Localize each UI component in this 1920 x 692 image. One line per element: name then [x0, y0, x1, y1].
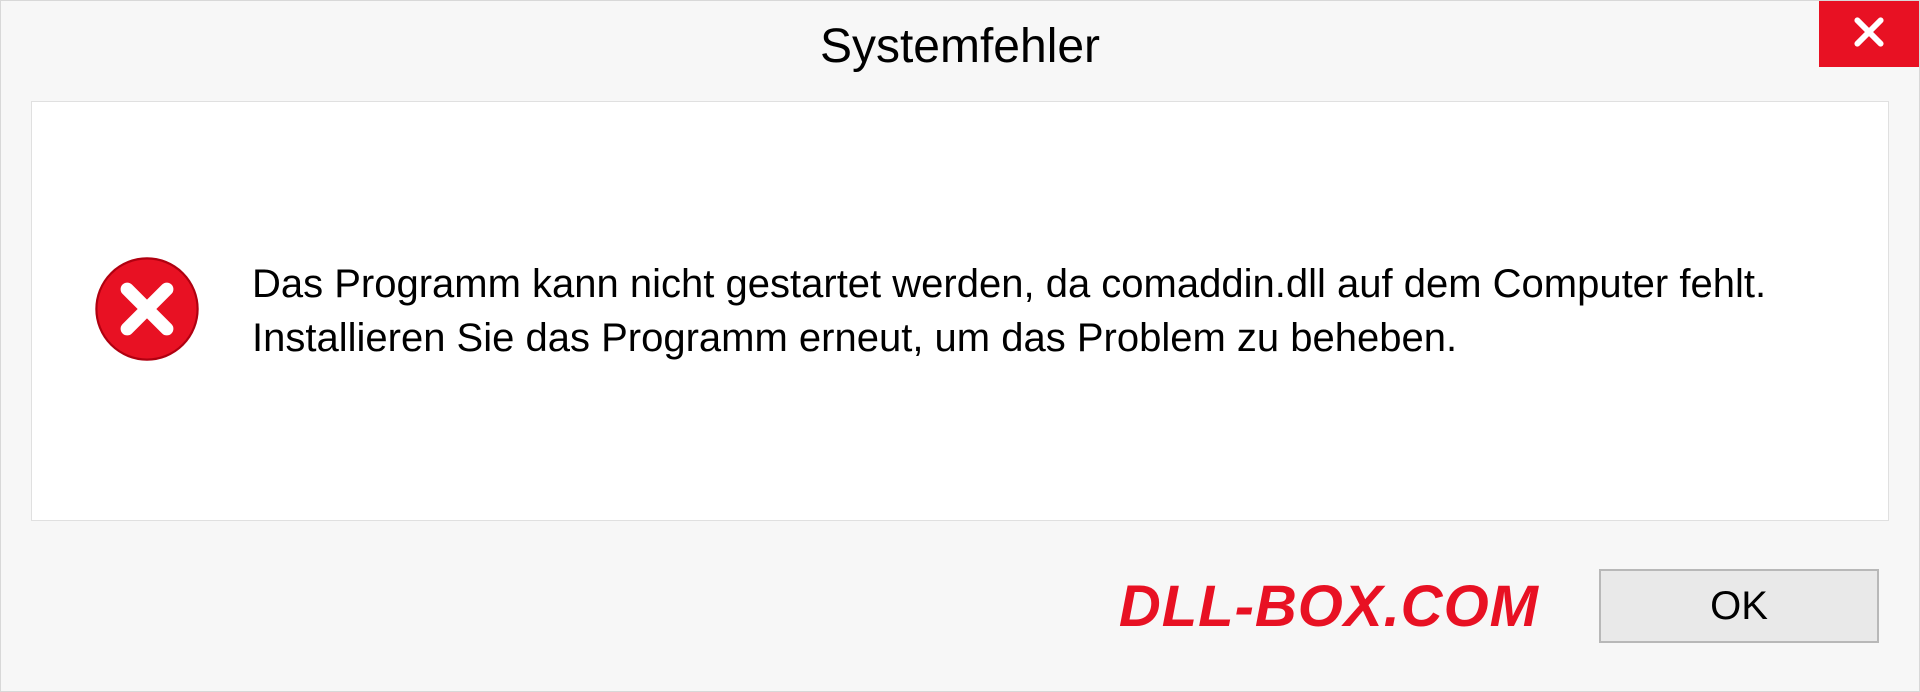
close-icon — [1849, 12, 1889, 57]
message-panel: Das Programm kann nicht gestartet werden… — [31, 101, 1889, 521]
dialog-footer: DLL-BOX.COM OK — [1, 551, 1919, 691]
ok-button[interactable]: OK — [1599, 569, 1879, 643]
titlebar: Systemfehler — [1, 1, 1919, 91]
watermark-text: DLL-BOX.COM — [1119, 573, 1539, 640]
dialog-title: Systemfehler — [820, 19, 1100, 74]
ok-button-label: OK — [1710, 584, 1768, 629]
error-message: Das Programm kann nicht gestartet werden… — [252, 257, 1828, 365]
close-button[interactable] — [1819, 1, 1919, 67]
error-icon — [92, 254, 202, 369]
error-dialog: Systemfehler Das Programm kann nicht ges… — [0, 0, 1920, 692]
